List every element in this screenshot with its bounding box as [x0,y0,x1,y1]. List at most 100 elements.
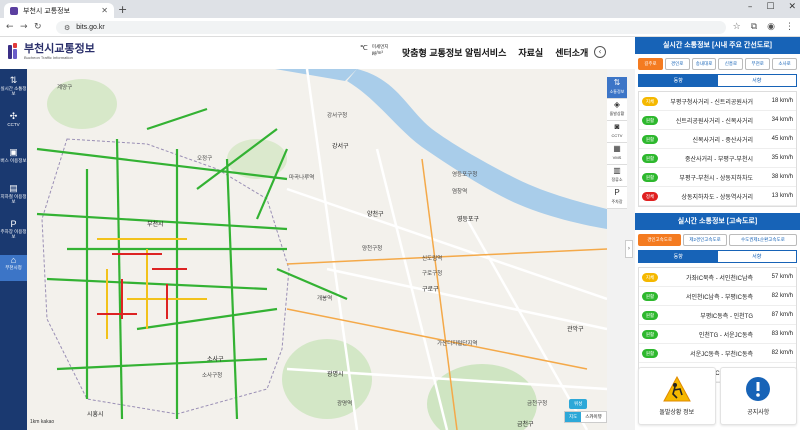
segment-row[interactable]: 원활 중산사거리 - 부평구-부천시 35 km/h [639,149,796,168]
segment-row[interactable]: 원활 신복사거리 - 중산사거리 45 km/h [639,130,796,149]
card-label: 공지사항 [747,410,770,416]
map-type-sky[interactable]: 스카이뷰 [581,412,606,422]
map-label: 금천구청 [527,401,548,407]
tab-westbound[interactable]: 서향 [718,75,797,86]
status-badge: 원활 [642,329,658,339]
nav-cityhall[interactable]: ⌂ 부천시청 [0,255,27,281]
road-chip[interactable]: 송내대로 [691,58,717,70]
tab-close-icon[interactable]: ✕ [101,6,108,15]
panel2-title: 실시간 소통정보 [고속도로] [635,213,800,230]
tool-parking[interactable]: P 주차장 [607,187,627,209]
map-type-switch: 지도 스카이뷰 [564,411,607,423]
tab-westbound[interactable]: 서향 [718,251,797,262]
tool-flow[interactable]: ⇅ 소통정보 [607,77,627,99]
segment-row[interactable]: 지체 가좌IC북측 - 서인천IC남측 57 km/h [639,268,796,287]
status-badge: 정체 [642,191,658,201]
map-label: 광명역 [337,401,353,407]
nav-label: 지하철 이용정보 [0,194,27,204]
segment-name: 신복사거리 - 중산사거리 [692,137,753,144]
segment-row[interactable]: 원활 인천TG - 서운JC동측 83 km/h [639,325,796,344]
site-logo[interactable]: 부천시교통정보 Bucheon Traffic Information [8,43,95,61]
menu-kebab-icon[interactable]: ⋮ [785,22,794,32]
status-badge: 원활 [642,348,658,358]
map-label: 염창역 [452,189,468,195]
road-chip[interactable]: 경인고속도로 [638,234,682,246]
forward-icon[interactable]: → [20,22,28,32]
segment-row[interactable]: 원활 부평IC동측 - 인천TG 87 km/h [639,306,796,325]
segment-row[interactable]: 지체 부평구청사거리 - 신트리공원사거 18 km/h [639,92,796,111]
reload-icon[interactable]: ↻ [34,22,42,32]
segment-name: 서인천IC남측 - 부평IC동측 [685,294,753,301]
map-label: 신도림역 [422,256,443,262]
close-window-icon[interactable]: ✕ [788,2,796,12]
status-badge: 원활 [642,172,658,182]
panel2-direction-tabs: 동향 서향 [638,250,797,263]
tab-eastbound[interactable]: 동향 [639,251,718,262]
traffic-map[interactable]: 계양구 강서구청 강서구 마곡나루역 염창역 영등포구청 영등포구 양천구 양천… [27,69,607,430]
minimize-icon[interactable]: – [748,2,753,12]
segment-row[interactable]: 원활 부평구-부천시 - 상동지하차도 38 km/h [639,168,796,187]
segment-speed: 83 km/h [771,331,793,337]
status-badge: 지체 [642,272,658,282]
bookmark-star-icon[interactable]: ☆ [733,22,741,32]
road-chip[interactable]: 부천로 [745,58,771,70]
nav-subway[interactable]: ▤ 지하철 이용정보 [0,183,27,213]
main-menu: 맞춤형 교통정보 알림서비스 자료실 센터소개 [402,46,588,59]
tool-label: CCTV [611,133,623,138]
nav-cctv[interactable]: ✣ CCTV [0,111,27,137]
site-info-icon[interactable]: ⚙ [64,24,70,32]
segment-speed: 18 km/h [771,98,793,104]
tool-label: 정류소 [611,177,623,182]
road-chip[interactable]: 소사로 [772,58,797,70]
menu-alert-service[interactable]: 맞춤형 교통정보 알림서비스 [402,46,506,59]
tab-eastbound[interactable]: 동향 [639,75,718,86]
notice-card[interactable]: 공지사항 [719,367,797,425]
tool-cctv[interactable]: ◙ CCTV [607,121,627,143]
weather-dust-unit: ㎍/m³ [371,50,383,55]
menu-center-intro[interactable]: 센터소개 [555,46,588,59]
extensions-icon[interactable]: ⧉ [751,22,757,32]
segment-name: 중산사거리 - 부평구-부천시 [684,156,753,163]
nav-parking[interactable]: P 주차장 이용정보 [0,219,27,249]
nav-realtime[interactable]: ⇅ 실시간 소통정보 [0,75,27,105]
map-canvas[interactable] [27,69,607,430]
map-type-map[interactable]: 지도 [565,412,582,422]
tool-vms[interactable]: ▦ VMS [607,143,627,165]
browser-tab[interactable]: 부천시 교통정보 ✕ [4,3,114,18]
url-input[interactable]: ⚙ bits.go.kr [56,21,726,34]
new-tab-icon[interactable]: + [118,3,127,16]
road-chip[interactable]: 수도권제1순환고속도로 [728,234,797,246]
segment-name: 부평구-부천시 - 상동지하차도 [679,175,753,182]
panel-toggle-icon[interactable]: › [625,240,633,258]
collapse-panel-icon[interactable]: ‹ [594,46,606,58]
browser-tools: ☆ ⧉ ◉ ⋮ [733,22,794,32]
segment-row[interactable]: 원활 신트리공원사거리 - 신복사거리 34 km/h [639,111,796,130]
road-chip[interactable]: 길주로 [638,58,663,70]
segment-speed: 82 km/h [771,350,793,356]
satellite-toggle-button[interactable]: 위성 [569,399,588,409]
road-chip[interactable]: 신흥로 [718,58,744,70]
roadwork-icon [662,376,691,402]
tool-incident[interactable]: ◈ 돌발상황 [607,99,627,121]
segment-name: 부평구청사거리 - 신트리공원사거 [670,99,753,106]
site-favicon-icon [10,6,18,15]
map-label: 계양구 [57,85,73,91]
segment-name: 신트리공원사거리 - 신복사거리 [675,118,753,125]
segment-name: 상동지하차도 - 상동역사거리 [681,194,753,201]
weather-temp: ℃ [360,45,368,52]
segment-row[interactable]: 원활 서인천IC남측 - 부평IC동측 82 km/h [639,287,796,306]
road-chip[interactable]: 제2경인고속도로 [683,234,727,246]
segment-row[interactable]: 정체 상동지하차도 - 상동역사거리 13 km/h [639,187,796,206]
maximize-icon[interactable]: ☐ [766,2,774,12]
map-label: 마곡나루역 [289,175,315,181]
traffic-panel: 실시간 소통정보 [시내 주요 간선도로] 길주로 경인로 송내대로 신흥로 부… [635,37,800,430]
segment-row[interactable]: 원활 서운JC동측 - 부천IC동측 82 km/h [639,344,796,363]
map-label: 개봉역 [317,296,333,302]
incident-card[interactable]: 돌발상황 정보 [638,367,716,425]
profile-icon[interactable]: ◉ [767,22,775,32]
tool-busstop[interactable]: ▥ 정류소 [607,165,627,187]
back-icon[interactable]: ← [6,22,14,32]
road-chip[interactable]: 경인로 [664,58,690,70]
menu-archive[interactable]: 자료실 [518,46,543,59]
nav-bus[interactable]: ▣ 버스 이용정보 [0,147,27,177]
